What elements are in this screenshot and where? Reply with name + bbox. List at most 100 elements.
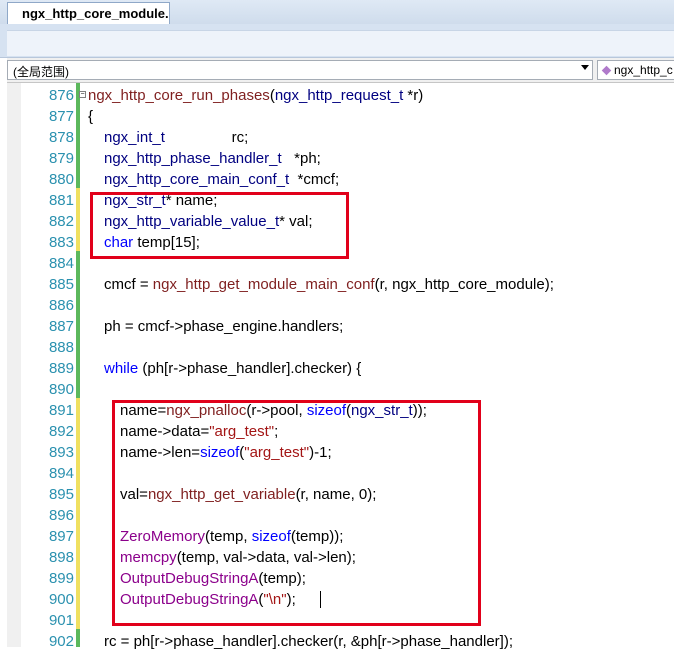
code-token: ngx_str_t	[104, 192, 166, 209]
code-line[interactable]: 882 ngx_http_variable_value_t* val;	[0, 211, 674, 232]
code-token: (r->pool,	[246, 402, 307, 419]
code-line[interactable]: 894	[0, 463, 674, 484]
code-text: {	[88, 106, 93, 127]
code-token: sizeof	[251, 528, 291, 545]
code-line[interactable]: 895 val=ngx_http_get_variable(r, name, 0)…	[0, 484, 674, 505]
code-token: ngx_http_core_main_conf_t	[104, 171, 290, 188]
code-line[interactable]: 891 name=ngx_pnalloc(r->pool, sizeof(ngx_…	[0, 400, 674, 421]
line-number: 882	[48, 213, 74, 230]
code-token: ;	[274, 423, 279, 440]
code-token: sizeof	[306, 402, 346, 419]
code-token: ));	[412, 402, 427, 419]
code-line[interactable]: 889 while (ph[r->phase_handler].checker) …	[0, 358, 674, 379]
member-value: ngx_http_c	[614, 63, 673, 77]
code-line[interactable]: 878 ngx_int_t rc;	[0, 127, 674, 148]
line-number: 902	[48, 633, 74, 650]
code-line[interactable]: 901	[0, 610, 674, 631]
code-token: *cmcf;	[289, 171, 340, 188]
line-number: 889	[48, 360, 74, 377]
code-token: ZeroMemory	[120, 528, 206, 545]
code-token: ngx_http_request_t	[274, 87, 404, 104]
line-number: 897	[48, 528, 74, 545]
line-number: 891	[48, 402, 74, 419]
collapse-box-icon[interactable]: −	[79, 91, 86, 98]
code-line[interactable]: 896	[0, 505, 674, 526]
code-token: )-1;	[309, 444, 332, 461]
code-token: rc = ph[r->phase_handler].checker(r, &ph…	[104, 633, 513, 650]
code-token: name->len=	[120, 444, 201, 461]
code-token: (temp);	[258, 570, 306, 587]
line-number: 894	[48, 465, 74, 482]
code-token: ph = cmcf->phase_engine.handlers;	[104, 318, 344, 335]
code-line[interactable]: 900 OutputDebugStringA("\n");	[0, 589, 674, 610]
code-line[interactable]: 888	[0, 337, 674, 358]
code-token: * val;	[279, 213, 313, 230]
code-text: name->data="arg_test";	[120, 421, 278, 442]
line-number: 880	[48, 171, 74, 188]
code-token: temp[15];	[133, 234, 200, 251]
code-line[interactable]: 884	[0, 253, 674, 274]
code-token: memcpy	[120, 549, 177, 566]
code-text: cmcf = ngx_http_get_module_main_conf(r, …	[104, 274, 554, 295]
code-text: ngx_http_core_run_phases(ngx_http_reques…	[88, 85, 423, 106]
code-token: ngx_str_t	[351, 402, 413, 419]
code-token: ngx_http_variable_value_t	[104, 213, 280, 230]
code-line[interactable]: 883 char temp[15];	[0, 232, 674, 253]
code-text: OutputDebugStringA(temp);	[120, 568, 306, 589]
code-token: while	[104, 360, 139, 377]
code-line[interactable]: 885 cmcf = ngx_http_get_module_main_conf(…	[0, 274, 674, 295]
code-text: memcpy(temp, val->data, val->len);	[120, 547, 356, 568]
code-line[interactable]: 881 ngx_str_t* name;	[0, 190, 674, 211]
code-token: name->data=	[120, 423, 210, 440]
line-number: 884	[48, 255, 74, 272]
code-line[interactable]: 902 rc = ph[r->phase_handler].checker(r, …	[0, 631, 674, 652]
code-token: ngx_http_get_variable	[147, 486, 296, 503]
code-line[interactable]: 893 name->len=sizeof("arg_test")-1;	[0, 442, 674, 463]
chevron-down-icon[interactable]	[581, 65, 589, 70]
code-line[interactable]: 898 memcpy(temp, val->data, val->len);	[0, 547, 674, 568]
code-line[interactable]: 897 ZeroMemory(temp, sizeof(temp));	[0, 526, 674, 547]
code-token: OutputDebugStringA	[120, 591, 259, 608]
code-token: (temp, val->data, val->len);	[176, 549, 356, 566]
code-text: ngx_str_t* name;	[104, 190, 217, 211]
code-token: "arg_test"	[244, 444, 310, 461]
code-token: );	[286, 591, 296, 608]
code-token: (temp));	[290, 528, 344, 545]
scope-dropdown[interactable]: (全局范围)	[7, 60, 593, 80]
code-token: "arg_test"	[209, 423, 275, 440]
code-token: ngx_http_get_module_main_conf	[152, 276, 375, 293]
code-text: ZeroMemory(temp, sizeof(temp));	[120, 526, 343, 547]
code-text: ngx_http_phase_handler_t *ph;	[104, 148, 321, 169]
line-number: 878	[48, 129, 74, 146]
code-line[interactable]: 887 ph = cmcf->phase_engine.handlers;	[0, 316, 674, 337]
line-number: 879	[48, 150, 74, 167]
line-number: 885	[48, 276, 74, 293]
code-line[interactable]: 886	[0, 295, 674, 316]
line-number: 876	[48, 87, 74, 104]
code-token: ngx_http_core_run_phases	[88, 87, 270, 104]
code-text: name->len=sizeof("arg_test")-1;	[120, 442, 332, 463]
code-token: char	[104, 234, 134, 251]
code-token: (r, ngx_http_core_module);	[374, 276, 554, 293]
code-line[interactable]: 892 name->data="arg_test";	[0, 421, 674, 442]
scope-value: (全局范围)	[13, 65, 69, 79]
code-text: ngx_int_t rc;	[104, 127, 248, 148]
code-text: name=ngx_pnalloc(r->pool, sizeof(ngx_str…	[120, 400, 427, 421]
code-text: val=ngx_http_get_variable(r, name, 0);	[120, 484, 376, 505]
code-line[interactable]: 880 ngx_http_core_main_conf_t *cmcf;	[0, 169, 674, 190]
code-token: ngx_int_t	[104, 129, 165, 146]
code-line[interactable]: 879 ngx_http_phase_handler_t *ph;	[0, 148, 674, 169]
code-line[interactable]: 890	[0, 379, 674, 400]
line-number: 899	[48, 570, 74, 587]
code-line[interactable]: 899 OutputDebugStringA(temp);	[0, 568, 674, 589]
tab-ngx-http-core-module[interactable]: ngx_http_core_module.c	[7, 2, 170, 24]
line-number: 900	[48, 591, 74, 608]
code-line[interactable]: 877 {	[0, 106, 674, 127]
member-dropdown[interactable]: ngx_http_c	[597, 60, 674, 80]
code-text: while (ph[r->phase_handler].checker) {	[104, 358, 361, 379]
line-number: 893	[48, 444, 74, 461]
code-text: char temp[15];	[104, 232, 200, 253]
code-line[interactable]: 876− ngx_http_core_run_phases(ngx_http_re…	[0, 85, 674, 106]
line-number: 888	[48, 339, 74, 356]
text-caret	[320, 591, 321, 608]
